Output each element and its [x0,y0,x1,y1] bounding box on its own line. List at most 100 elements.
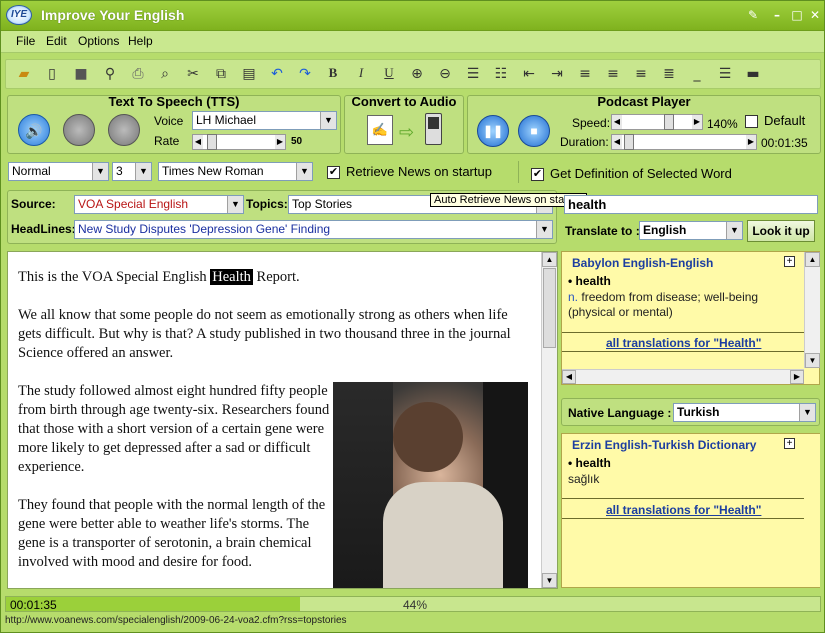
align-center-icon[interactable]: ≡ [604,65,622,83]
look-it-up-button[interactable]: Look it up [747,220,815,242]
scroll-right-arrow-icon[interactable]: ▶ [790,370,804,384]
headlines-select[interactable]: New Study Disputes 'Depression Gene' Fin… [74,220,553,239]
rate-value: 50 [291,136,303,147]
retrieve-news-checkbox[interactable]: ✔ [327,166,340,179]
open-icon[interactable]: ▰ [15,65,33,83]
find-icon[interactable]: ⚲ [101,65,119,83]
new-document-icon[interactable]: ▯ [43,65,61,83]
article-scrollbar[interactable]: ▲ ▼ [541,252,557,588]
voice-label: Voice [154,114,184,128]
bold-icon[interactable]: B [324,65,342,83]
indent-icon[interactable]: ⇥ [548,65,566,83]
dict1-all-translations-link[interactable]: all translations for "Health" [606,336,761,350]
numbered-list-icon[interactable]: ☰ [464,65,482,83]
scroll-left-arrow-icon[interactable]: ◀ [562,370,576,384]
dict2-word: • health [568,456,611,470]
horizontal-line-icon[interactable]: _ [688,65,706,83]
maximize-button[interactable]: □ [789,7,805,23]
line-spacing-icon[interactable]: ☰ [716,65,734,83]
underline-icon[interactable]: U [380,65,398,83]
source-select[interactable]: VOA Special English ▼ [74,195,244,214]
dict2-scroll-area [804,434,820,587]
italic-icon[interactable]: I [352,65,370,83]
chevron-down-icon: ▼ [296,163,312,180]
cut-icon[interactable]: ✂ [184,65,202,83]
print-icon[interactable]: ⎙ [129,65,147,83]
speed-slider-thumb[interactable] [664,114,674,130]
app-window: IYE Improve Your English ✎ – □ ✕ File Ed… [0,0,825,633]
speed-slider[interactable]: ◀ ▶ [611,114,703,130]
translate-label: Translate to : [565,224,640,238]
default-checkbox[interactable] [745,115,758,128]
pause-speech-button[interactable] [63,114,95,146]
chevron-down-icon: ▼ [227,196,243,213]
zoom-in-icon[interactable]: ⊕ [408,65,426,83]
stop-speech-button[interactable] [108,114,140,146]
paste-icon[interactable]: ▤ [240,65,258,83]
scroll-down-arrow-icon[interactable]: ▼ [805,353,820,368]
font-size-select[interactable]: 3 ▼ [112,162,152,181]
rate-slider[interactable]: ◀ ▶ [192,134,286,150]
rate-slider-thumb[interactable] [207,134,217,150]
paragraph-style-value: Normal [12,164,51,178]
podcast-title: Podcast Player [597,94,691,109]
scroll-up-arrow-icon[interactable]: ▲ [542,252,557,267]
progress-time: 00:01:35 [10,598,57,612]
close-button[interactable]: ✕ [807,7,823,23]
undo-icon[interactable]: ↶ [268,65,286,83]
redo-icon[interactable]: ↷ [296,65,314,83]
dict1-vscroll[interactable]: ▲ ▼ [804,252,820,368]
article-intro-after: Report. [252,269,300,285]
topics-value: Top Stories [292,197,353,211]
duration-slider-thumb[interactable] [624,134,634,150]
convert-audio-group: Convert to Audio ✍ ⇨ [344,94,464,154]
align-right-icon[interactable]: ≡ [632,65,650,83]
lookup-word-input[interactable]: health [564,195,818,214]
translate-select[interactable]: English ▼ [639,221,743,240]
menu-help[interactable]: Help [128,34,153,48]
arrow-right-icon: ⇨ [399,122,415,142]
menu-options[interactable]: Options [78,34,119,48]
pause-icon[interactable]: ❚❚ [477,115,509,147]
slider-right-arrow-icon: ▶ [275,135,285,149]
lookup-word-value: health [568,197,607,212]
slider-left-arrow-icon: ◀ [612,115,622,129]
minimize-button[interactable]: – [769,7,785,23]
expand-icon[interactable]: + [784,438,795,449]
selected-word[interactable]: Health [210,269,253,285]
dict1-hscroll[interactable]: ◀ ▶ [562,369,804,384]
paragraph-style-select[interactable]: Normal ▼ [8,162,109,181]
slider-left-arrow-icon: ◀ [612,135,622,149]
expand-icon[interactable]: + [784,256,795,267]
audio-progress-bar[interactable]: 00:01:35 44% [5,596,821,612]
speak-icon[interactable]: 🔊 [18,114,50,146]
outdent-icon[interactable]: ⇤ [520,65,538,83]
scroll-thumb[interactable] [543,268,556,348]
separator-icon[interactable]: ▬ [744,65,762,83]
article-intro-before: This is the VOA Special English [18,269,211,285]
copy-icon[interactable]: ⧉ [212,65,230,83]
voice-select[interactable]: LH Michael ▼ [192,111,337,130]
mp3-player-icon[interactable] [425,113,442,145]
print-preview-icon[interactable]: ⌕ [156,65,174,83]
font-family-select[interactable]: Times New Roman ▼ [158,162,313,181]
get-definition-checkbox[interactable]: ✔ [531,168,544,181]
menu-edit[interactable]: Edit [46,34,67,48]
zoom-out-icon[interactable]: ⊖ [436,65,454,83]
native-language-select[interactable]: Turkish ▼ [673,403,816,422]
skin-brush-icon[interactable]: ✎ [745,7,761,23]
dict2-all-translations-link[interactable]: all translations for "Health" [606,503,761,517]
rate-label: Rate [154,134,180,148]
menu-file[interactable]: File [16,34,35,48]
duration-slider[interactable]: ◀ ▶ [611,134,757,150]
bullet-list-icon[interactable]: ☷ [492,65,510,83]
justify-icon[interactable]: ≣ [660,65,678,83]
align-left-icon[interactable]: ≡ [576,65,594,83]
stop-icon[interactable]: ■ [518,115,550,147]
scroll-down-arrow-icon[interactable]: ▼ [542,573,557,588]
save-icon[interactable]: ■ [72,65,90,83]
article-paragraph-2: We all know that some people do not seem… [18,307,511,361]
scroll-up-arrow-icon[interactable]: ▲ [805,252,820,267]
document-icon[interactable]: ✍ [367,115,393,145]
slider-right-arrow-icon: ▶ [746,135,756,149]
